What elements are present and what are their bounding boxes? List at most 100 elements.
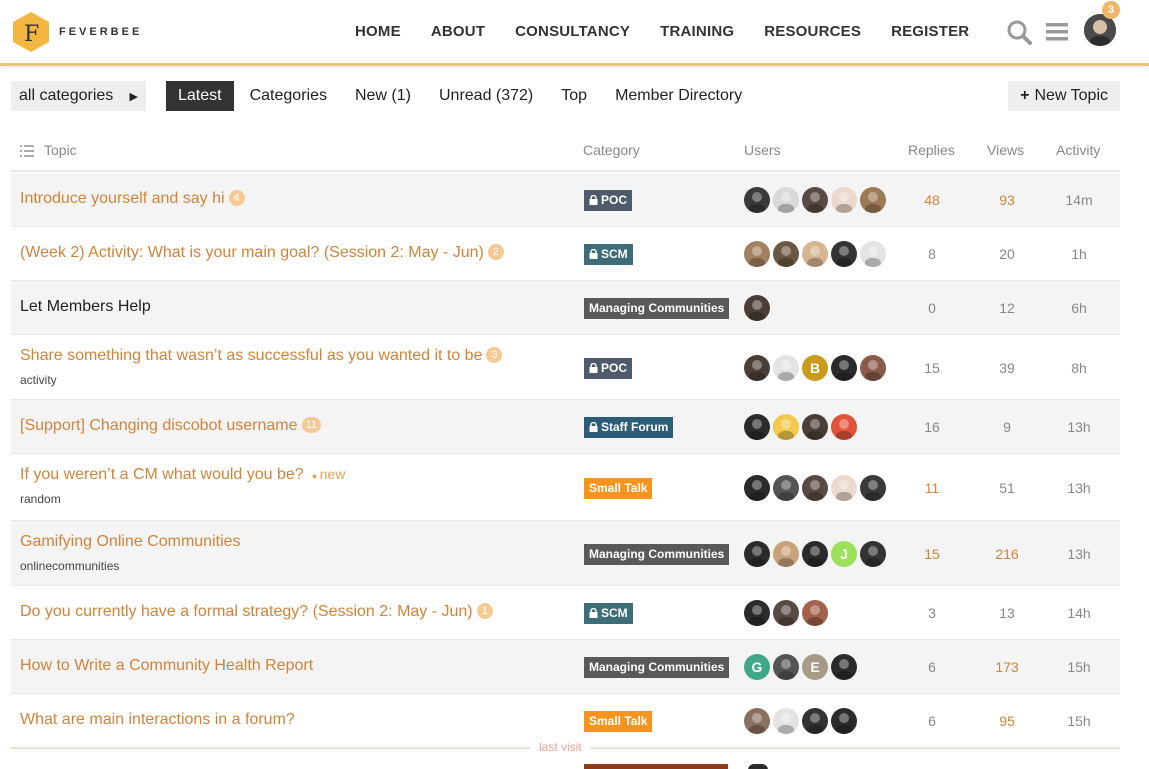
- category-badge[interactable]: SCM: [584, 244, 633, 265]
- activity-time[interactable]: 13h: [1049, 419, 1109, 435]
- views-count[interactable]: 51: [977, 480, 1037, 496]
- column-activity[interactable]: Activity: [1056, 142, 1100, 158]
- participant-avatar[interactable]: [831, 187, 857, 213]
- unread-count-badge[interactable]: 2: [487, 244, 504, 260]
- views-count[interactable]: 9: [977, 419, 1037, 435]
- participant-avatar[interactable]: [773, 187, 799, 213]
- topic-title-link[interactable]: If you weren’t a CM what would you be? ● …: [20, 466, 345, 484]
- topic-row[interactable]: Introduce yourself and say hi 4 POC 48 93 14m: [11, 173, 1120, 227]
- participant-avatar[interactable]: [802, 414, 828, 440]
- participant-avatar[interactable]: [773, 540, 799, 567]
- column-topic[interactable]: Topic: [44, 142, 77, 158]
- unread-count-badge[interactable]: 11: [301, 417, 321, 433]
- activity-time[interactable]: 8h: [1049, 360, 1109, 376]
- topic-row[interactable]: Share something that wasn’t as successfu…: [11, 335, 1120, 400]
- category-badge[interactable]: POC: [584, 357, 633, 379]
- new-topic-button[interactable]: + New Topic: [1008, 81, 1120, 111]
- topic-title-link[interactable]: Gamifying Online Communities: [20, 533, 241, 551]
- tab-new[interactable]: New (1): [343, 81, 423, 111]
- topic-tag[interactable]: random: [20, 492, 61, 506]
- topic-title-link[interactable]: Let Members Help: [20, 298, 151, 316]
- column-category[interactable]: Category: [583, 142, 640, 158]
- hamburger-menu-icon[interactable]: [1044, 19, 1070, 45]
- participant-avatar[interactable]: [831, 654, 857, 680]
- topic-title-text[interactable]: Do you currently have a formal strategy?…: [20, 603, 473, 620]
- participant-avatar[interactable]: [744, 474, 770, 501]
- topic-row[interactable]: If you weren’t a CM what would you be? ● …: [11, 454, 1120, 521]
- participant-avatar[interactable]: E: [802, 654, 828, 680]
- notification-badge[interactable]: 3: [1102, 1, 1120, 19]
- participant-avatar[interactable]: G: [744, 654, 770, 680]
- participant-avatar[interactable]: [744, 414, 770, 440]
- participant-avatar[interactable]: [802, 540, 828, 567]
- topic-tag[interactable]: onlinecommunities: [20, 559, 119, 573]
- unread-count-badge[interactable]: 3: [486, 347, 503, 363]
- tab-top[interactable]: Top: [549, 81, 599, 111]
- participant-avatar[interactable]: [773, 654, 799, 680]
- views-count[interactable]: 13: [977, 605, 1037, 621]
- topic-title-text[interactable]: Let Members Help: [20, 298, 151, 315]
- participant-avatar[interactable]: [802, 708, 828, 734]
- participant-avatar[interactable]: B: [802, 354, 828, 381]
- topic-row[interactable]: Do you currently have a formal strategy?…: [11, 586, 1120, 640]
- replies-count[interactable]: 15: [902, 546, 962, 562]
- views-count[interactable]: 20: [977, 246, 1037, 262]
- tab-member-directory[interactable]: Member Directory: [603, 81, 754, 111]
- participant-avatar[interactable]: [802, 241, 828, 267]
- activity-time[interactable]: 1h: [1049, 246, 1109, 262]
- participant-avatar[interactable]: [744, 600, 770, 626]
- activity-time[interactable]: 15h: [1049, 713, 1109, 729]
- activity-time[interactable]: 14h: [1049, 605, 1109, 621]
- nav-resources[interactable]: RESOURCES: [764, 23, 861, 40]
- replies-count[interactable]: 8: [902, 246, 962, 262]
- category-badge[interactable]: Managing Communities: [584, 298, 730, 319]
- nav-consultancy[interactable]: CONSULTANCY: [515, 23, 630, 40]
- participant-avatar[interactable]: [831, 414, 857, 440]
- participant-avatar[interactable]: [773, 708, 799, 734]
- column-views[interactable]: Views: [987, 142, 1024, 158]
- topic-title-text[interactable]: Introduce yourself and say hi: [20, 190, 225, 207]
- replies-count[interactable]: 48: [902, 192, 962, 208]
- category-badge[interactable]: POC: [584, 190, 633, 211]
- topic-title-link[interactable]: Share something that wasn’t as successfu…: [20, 347, 503, 365]
- participant-avatar[interactable]: [802, 474, 828, 501]
- activity-time[interactable]: 14m: [1049, 192, 1109, 208]
- participant-avatar[interactable]: [744, 241, 770, 267]
- views-count[interactable]: 95: [977, 713, 1037, 729]
- topic-title-text[interactable]: (Week 2) Activity: What is your main goa…: [20, 244, 484, 261]
- participant-avatar[interactable]: [744, 540, 770, 567]
- participant-avatar[interactable]: [744, 187, 770, 213]
- nav-training[interactable]: TRAINING: [660, 23, 734, 40]
- topic-title-link[interactable]: Do you currently have a formal strategy?…: [20, 603, 493, 621]
- topic-title-text[interactable]: What are main interactions in a forum?: [20, 711, 295, 728]
- replies-count[interactable]: 11: [902, 480, 962, 496]
- participant-avatar[interactable]: [744, 295, 770, 321]
- participant-avatar[interactable]: [860, 354, 886, 381]
- participant-avatar[interactable]: [831, 241, 857, 267]
- activity-time[interactable]: 15h: [1049, 659, 1109, 675]
- topic-title-link[interactable]: What are main interactions in a forum?: [20, 711, 295, 729]
- topic-title-link[interactable]: [Support] Changing discobot username 11: [20, 417, 321, 435]
- participant-avatar[interactable]: [860, 187, 886, 213]
- topic-title-text[interactable]: [Support] Changing discobot username: [20, 417, 298, 434]
- category-badge[interactable]: Managing Communities: [584, 657, 730, 678]
- views-count[interactable]: 173: [977, 659, 1037, 675]
- topic-row[interactable]: How to Write a Community Health Report Ma…: [11, 640, 1120, 694]
- activity-time[interactable]: 13h: [1049, 480, 1109, 496]
- participant-avatar[interactable]: [831, 354, 857, 381]
- topic-title-text[interactable]: Gamifying Online Communities: [20, 533, 241, 550]
- search-icon[interactable]: [1006, 19, 1032, 45]
- participant-avatar[interactable]: [802, 600, 828, 626]
- participant-avatar[interactable]: [860, 241, 886, 267]
- replies-count[interactable]: 3: [902, 605, 962, 621]
- replies-count[interactable]: 6: [902, 713, 962, 729]
- participant-avatar[interactable]: [773, 600, 799, 626]
- participant-avatar[interactable]: [773, 354, 799, 381]
- new-topic-indicator[interactable]: ● new: [312, 466, 346, 482]
- replies-count[interactable]: 15: [902, 360, 962, 376]
- participant-avatar[interactable]: [860, 474, 886, 501]
- category-badge[interactable]: Small Talk: [584, 711, 653, 732]
- category-dropdown[interactable]: all categories ▶: [11, 81, 146, 111]
- tab-latest[interactable]: Latest: [166, 81, 234, 111]
- category-badge[interactable]: SCM: [584, 603, 633, 624]
